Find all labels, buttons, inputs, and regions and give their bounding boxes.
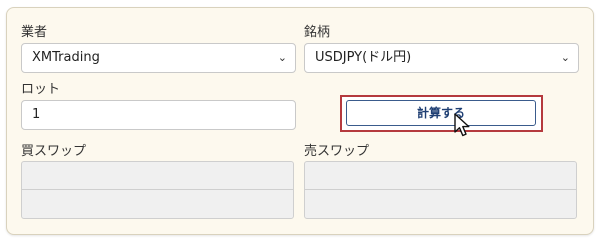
buy-swap-label: 買スワップ	[21, 144, 87, 159]
buy-swap-value-1	[22, 162, 293, 190]
chevron-down-icon: ⌄	[560, 51, 570, 64]
sell-swap-value-1	[305, 162, 576, 190]
chevron-down-icon: ⌄	[277, 51, 287, 64]
symbol-select-value: USDJPY(ドル円)	[315, 50, 412, 65]
sell-swap-output	[304, 161, 577, 219]
broker-select-value: XMTrading	[32, 50, 100, 65]
calculate-button-highlight: 計算する	[340, 95, 543, 132]
buy-swap-output	[21, 161, 294, 219]
buy-swap-value-2	[22, 190, 293, 218]
lot-input-value: 1	[32, 107, 41, 122]
broker-select[interactable]: XMTrading ⌄	[21, 43, 296, 73]
lot-input[interactable]: 1	[21, 100, 296, 130]
sell-swap-label: 売スワップ	[304, 144, 370, 159]
sell-swap-value-2	[305, 190, 576, 218]
symbol-label: 銘柄	[304, 25, 331, 40]
mouse-pointer-icon	[454, 113, 470, 137]
broker-label: 業者	[21, 25, 48, 40]
calculate-button[interactable]: 計算する	[346, 100, 536, 126]
symbol-select[interactable]: USDJPY(ドル円) ⌄	[304, 43, 579, 73]
lot-label: ロット	[21, 82, 61, 97]
